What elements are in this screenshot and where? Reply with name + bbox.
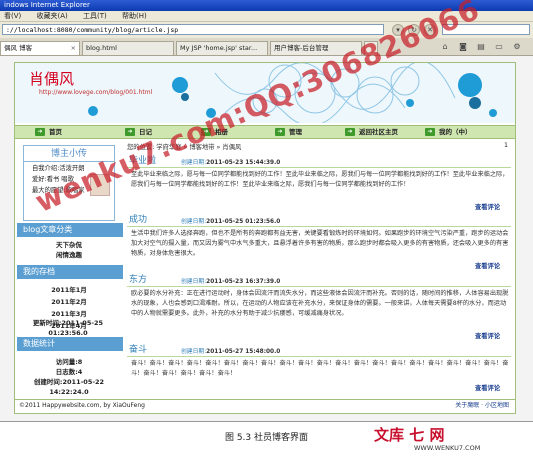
home-icon[interactable]: ⌂ — [440, 42, 450, 52]
post-date: 创建日期:2011-05-25 01:23:56.0 — [181, 216, 280, 225]
watermark-logo: 文库 七 网 — [374, 426, 445, 444]
post-body: 欧必要的水分补充：正在进行运动时，身体会因流汗而流失水分，而这些液体会因流汗而补… — [131, 290, 509, 317]
tab-bar: ☆ 偶风 博客× blog.html My JSP 'home.jsp' sta… — [0, 38, 533, 56]
post-date-label: 创建日期: — [181, 279, 207, 285]
tab-blog-home[interactable]: 偶风 博客 × — [0, 41, 80, 55]
nav-manage[interactable]: ➜ 管理 — [275, 127, 302, 138]
view-comments-link[interactable]: 查看评论 — [475, 202, 500, 211]
stat-updated: 更新时间:2011-05-25 — [32, 319, 104, 327]
post-date: 创建日期:2011-05-23 16:37:39.0 — [181, 276, 280, 285]
archive-item[interactable]: 2011年1月 — [15, 285, 123, 295]
tab-home-jsp[interactable]: My JSP 'home.jsp' star... — [176, 41, 268, 55]
stat-created-time: 14:22:24.0 — [49, 388, 89, 396]
post-date-value: 2011-05-23 16:37:39.0 — [206, 279, 281, 285]
tab-label: My JSP 'home.jsp' star... — [180, 44, 258, 52]
tab-label: 用户博客-后台管理 — [274, 44, 329, 52]
post-date: 创建日期:2011-05-27 15:48:00.0 — [181, 346, 280, 355]
post-body: 至此毕业来临之际，愿与每一位同学都能找到好的工作！至此毕业来临之际，愿我们与每一… — [131, 171, 509, 188]
stat-posts: 日志数:4 — [55, 368, 83, 376]
blog-nav: ➜ 首页 ➜ 日记 ➜ 相册 ➜ 管理 ➜ 返回社区主页 ➜ 我的（中） — [15, 125, 515, 139]
arrow-right-icon: ➜ — [35, 128, 45, 136]
menu-view[interactable]: 看(V) — [4, 12, 21, 20]
footer-links[interactable]: 关于魔眠 · 小区地图 — [455, 400, 509, 412]
post-date-value: 2011-05-25 01:23:56.0 — [206, 219, 281, 225]
page-footer: ©2011 Happywebsite.com, by XiaOuFeng 关于魔… — [15, 399, 515, 413]
stats-heading: 数据统计 — [17, 337, 123, 351]
nav-label: 管理 — [289, 128, 302, 136]
close-icon[interactable]: × — [71, 42, 76, 55]
post-title[interactable]: 奋斗 — [129, 342, 147, 355]
figure-caption: 图 5.3 社员博客界面 — [224, 433, 309, 443]
arrow-right-icon: ➜ — [345, 128, 355, 136]
category-item[interactable]: 闲情逸趣 — [15, 250, 123, 260]
address-input[interactable]: ://localhost:8080/community/blog/article… — [2, 24, 384, 35]
post-title[interactable]: 东方 — [129, 272, 147, 285]
print-icon[interactable]: ▤ — [476, 42, 486, 52]
nav-label: 我的（中） — [439, 128, 472, 136]
nav-label: 返回社区主页 — [359, 128, 398, 136]
divider — [127, 226, 511, 227]
view-comments-link[interactable]: 查看评论 — [475, 261, 500, 270]
tab-blog-html[interactable]: blog.html — [82, 41, 174, 55]
page-number[interactable]: 1 — [504, 142, 508, 149]
copyright: ©2011 Happywebsite.com, by XiaOuFeng — [19, 402, 145, 409]
post-date-label: 创建日期: — [181, 219, 207, 225]
stat-visits: 访问量:8 — [55, 358, 83, 366]
divider — [127, 356, 511, 357]
nav-home[interactable]: ➜ 首页 — [35, 127, 62, 138]
tab-label: blog.html — [86, 44, 117, 52]
arrow-right-icon: ➜ — [125, 128, 135, 136]
archive-item[interactable]: 2011年2月 — [15, 297, 123, 307]
site-url[interactable]: http://www.lovege.com/blog/001.html — [39, 89, 152, 96]
arrow-right-icon: ➜ — [275, 128, 285, 136]
menu-tools[interactable]: 工具(T) — [83, 12, 107, 20]
divider — [127, 167, 511, 168]
nav-community[interactable]: ➜ 返回社区主页 — [345, 127, 398, 138]
menu-favorites[interactable]: 收藏夹(A) — [37, 12, 68, 20]
page-icon[interactable]: ▭ — [494, 42, 504, 52]
arrow-right-icon: ➜ — [425, 128, 435, 136]
post-date-value: 2011-05-23 15:44:39.0 — [206, 160, 281, 166]
post-date: 创建日期:2011-05-23 15:44:39.0 — [181, 157, 280, 166]
post-body: 生活中我们许多人选择奔跑，但也不是所有的奔跑都有益无害，关键要看锻炼时的环境如何… — [131, 230, 509, 257]
category-heading: blog文章分类 — [17, 223, 123, 237]
nav-label: 首页 — [49, 128, 62, 136]
divider — [127, 286, 511, 287]
archive-heading: 我的存档 — [17, 265, 123, 279]
post-title[interactable]: 成功 — [129, 212, 147, 225]
nav-mine[interactable]: ➜ 我的（中） — [425, 127, 472, 138]
watermark-url: WWW.WENKU7.COM — [414, 444, 481, 452]
site-title: 肖偶风 — [29, 70, 75, 88]
post-date-label: 创建日期: — [181, 349, 207, 355]
menu-help[interactable]: 帮助(H) — [122, 12, 147, 20]
category-item[interactable]: 天下杂侃 — [15, 240, 123, 250]
post-body: 奋斗！奋斗！奋斗！奋斗！奋斗！奋斗！奋斗！奋斗！奋斗！奋斗！奋斗！奋斗！奋斗！奋… — [131, 360, 509, 377]
tab-label: 偶风 博客 — [4, 44, 33, 52]
post-date-label: 创建日期: — [181, 160, 207, 166]
view-comments-link[interactable]: 查看评论 — [475, 383, 500, 392]
stat-created: 创建时间:2011-05-22 — [33, 378, 105, 386]
view-comments-link[interactable]: 查看评论 — [475, 331, 500, 340]
feed-icon[interactable]: ◙ — [458, 42, 468, 52]
tools-icon[interactable]: ⚙ — [512, 42, 522, 52]
stat-updated-time: 01:23:56.0 — [48, 329, 88, 337]
post-date-value: 2011-05-27 15:48:00.0 — [206, 349, 281, 355]
